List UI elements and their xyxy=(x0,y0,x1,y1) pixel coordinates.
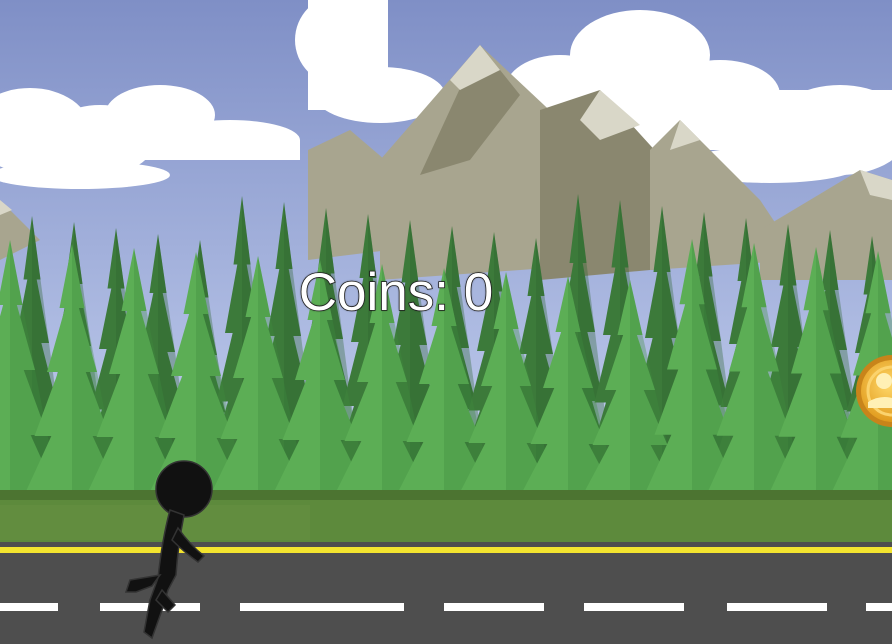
road-dashes xyxy=(0,603,892,611)
road-dash xyxy=(444,603,544,611)
road-dash xyxy=(727,603,827,611)
road xyxy=(0,542,892,644)
grass-shadow xyxy=(0,490,892,500)
road-dash xyxy=(866,603,892,611)
grass-patch xyxy=(0,505,310,540)
road-dash xyxy=(0,603,58,611)
road-dash xyxy=(584,603,684,611)
game-scene xyxy=(0,0,892,644)
trees-front xyxy=(0,239,892,500)
game-viewport[interactable]: Coins: 0 xyxy=(0,0,892,644)
road-dash xyxy=(240,603,404,611)
road-yellow-line xyxy=(0,547,892,553)
